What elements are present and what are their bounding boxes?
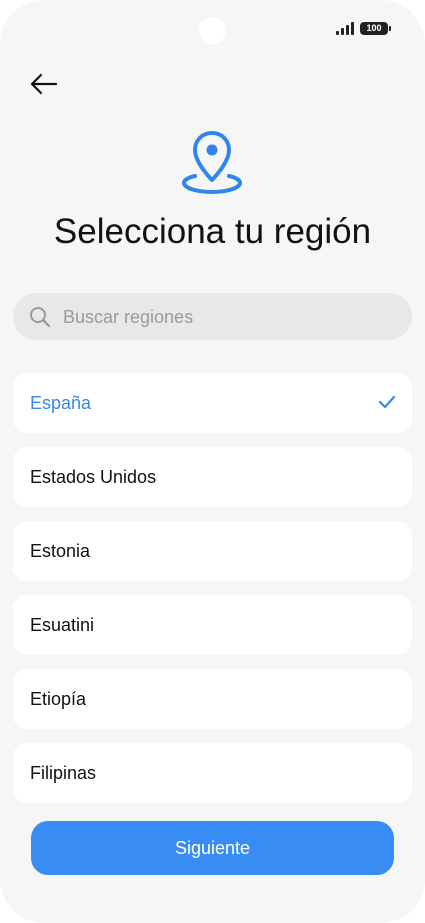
region-label: Estonia [30,540,91,561]
region-label: Etiopía [30,688,87,709]
page-title: Selecciona tu región [53,212,372,251]
region-item-etiopia[interactable]: Etiopía [13,669,412,729]
location-pin-icon [181,130,243,196]
signal-icon [336,22,354,35]
search-icon [30,307,51,328]
search-input[interactable] [61,293,395,342]
back-button[interactable] [28,70,60,98]
search-bar[interactable] [13,293,412,342]
region-item-estados-unidos[interactable]: Estados Unidos [13,447,412,507]
battery-level: 100 [366,23,382,33]
region-item-esuatini[interactable]: Esuatini [13,595,412,655]
region-label: España [30,392,92,413]
arrow-left-icon [30,73,58,95]
phone-screen: 100 Selecciona tu región España Estad [0,0,425,923]
region-item-espana[interactable]: España [13,373,412,433]
status-bar: 100 [336,22,391,35]
region-item-estonia[interactable]: Estonia [13,521,412,581]
region-label: Filipinas [30,762,97,783]
checkmark-icon [378,395,396,409]
region-label: Esuatini [30,614,95,635]
next-button[interactable]: Siguiente [31,821,394,875]
battery-icon: 100 [360,22,391,35]
region-label: Estados Unidos [30,466,157,487]
region-list: España Estados Unidos Estonia Esuatini E… [13,373,412,817]
region-item-filipinas[interactable]: Filipinas [13,743,412,803]
camera-cutout [199,17,226,44]
